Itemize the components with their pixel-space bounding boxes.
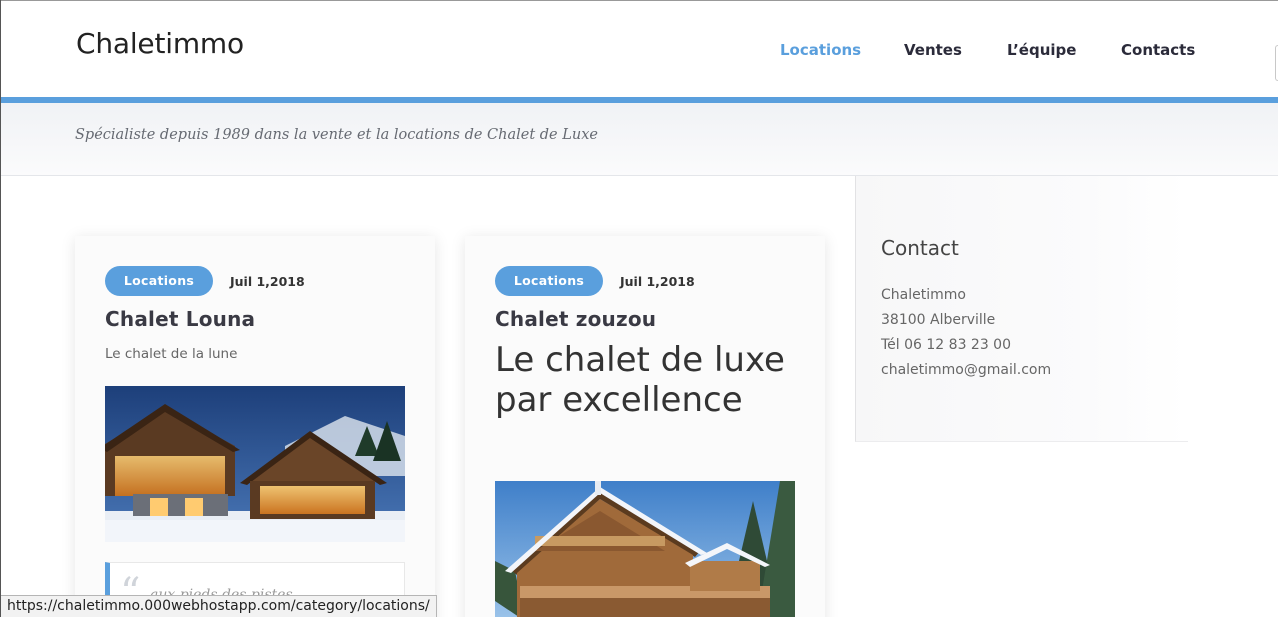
post-heading: Le chalet de luxe par excellence <box>495 340 785 420</box>
contact-phone: Tél 06 12 83 23 00 <box>881 337 1011 353</box>
site-tagline: Spécialiste depuis 1989 dans la vente et… <box>75 127 598 143</box>
nav-equipe[interactable]: L’équipe <box>1007 41 1076 59</box>
nav-locations[interactable]: Locations <box>780 41 861 59</box>
nav-ventes[interactable]: Ventes <box>904 41 962 59</box>
contact-company: Chaletimmo <box>881 287 966 303</box>
category-badge[interactable]: Locations <box>495 266 603 296</box>
tagline-band: Spécialiste depuis 1989 dans la vente et… <box>1 103 1278 176</box>
post-excerpt: Le chalet de la lune <box>105 346 238 362</box>
contact-address: 38100 Alberville <box>881 312 996 328</box>
chalet-day-photo[interactable] <box>495 481 795 617</box>
post-card: Locations Juil 1,2018 Chalet zouzou Le c… <box>465 236 825 617</box>
main-nav: Locations Ventes L’équipe Contacts <box>1 41 1278 61</box>
nav-contacts[interactable]: Contacts <box>1121 41 1195 59</box>
post-title[interactable]: Chalet zouzou <box>495 307 656 331</box>
post-card: Locations Juil 1,2018 Chalet Louna Le ch… <box>75 236 435 617</box>
category-badge[interactable]: Locations <box>105 266 213 296</box>
contact-email[interactable]: chaletimmo@gmail.com <box>881 362 1051 378</box>
site-header: Chaletimmo Locations Ventes L’équipe Con… <box>1 1 1278 97</box>
chalet-night-photo[interactable] <box>105 386 405 542</box>
post-title[interactable]: Chalet Louna <box>105 307 255 331</box>
browser-status-url: https://chaletimmo.000webhostapp.com/cat… <box>1 595 437 617</box>
contact-widget: Contact Chaletimmo 38100 Alberville Tél … <box>855 176 1188 442</box>
post-date: Juil 1,2018 <box>620 274 695 289</box>
widget-title: Contact <box>881 236 959 260</box>
post-date: Juil 1,2018 <box>230 274 305 289</box>
